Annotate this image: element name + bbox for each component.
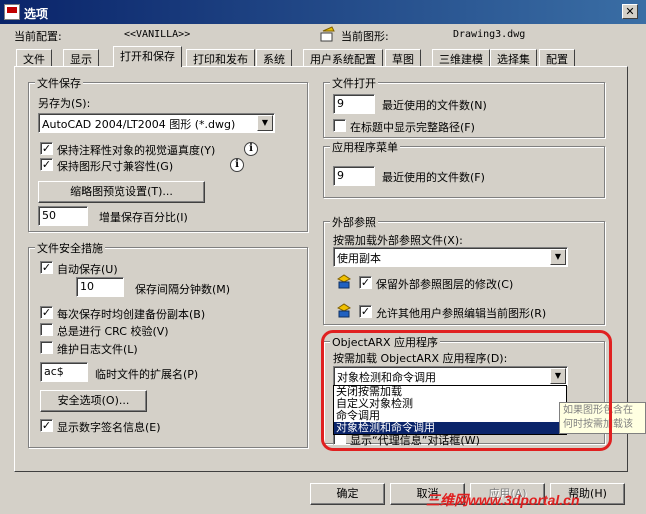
crc-checkbox[interactable]: [40, 323, 53, 336]
app-menu-recent-label: 最近使用的文件数(F): [382, 171, 485, 184]
watermark: 三维网www.3dportal.cn: [426, 492, 580, 508]
chevron-down-icon[interactable]: ▼: [257, 115, 273, 131]
allow-xref-edit-label: 允许其他用户参照编辑当前图形(R): [376, 307, 547, 320]
log-file-checkbox[interactable]: [40, 341, 53, 354]
file-open-title: 文件打开: [330, 75, 378, 91]
drawing-size-label: 保持图形尺寸兼容性(G): [57, 160, 174, 173]
backup-checkbox[interactable]: ✓: [40, 306, 53, 319]
app-menu-title: 应用程序菜单: [330, 139, 400, 155]
visual-fidelity-checkbox[interactable]: ✓: [40, 142, 53, 155]
tooltip-line: 何时按需加载该: [563, 419, 633, 430]
save-as-label: 另存为(S):: [38, 97, 91, 110]
window-title: 选项: [24, 7, 49, 21]
digital-signature-label: 显示数字签名信息(E): [57, 421, 161, 434]
close-button[interactable]: ✕: [622, 4, 638, 19]
tab-3d-modeling[interactable]: 三维建模: [432, 49, 490, 66]
digital-signature-checkbox[interactable]: ✓: [40, 419, 53, 432]
crc-label: 总是进行 CRC 校验(V): [57, 325, 169, 338]
objectarx-demand-load-select[interactable]: 对象检测和命令调用 ▼: [333, 366, 568, 386]
save-as-value: AutoCAD 2004/LT2004 图形 (*.dwg): [42, 118, 236, 131]
xref-demand-load-label: 按需加载外部参照文件(X):: [333, 234, 463, 247]
objectarx-title: ObjectARX 应用程序: [330, 334, 441, 350]
xref-title: 外部参照: [330, 214, 378, 230]
current-drawing-label: 当前图形:: [341, 30, 389, 43]
full-path-label: 在标题中显示完整路径(F): [350, 121, 475, 134]
info-icon[interactable]: i: [230, 158, 244, 172]
autosave-label: 自动保存(U): [57, 263, 118, 276]
objectarx-demand-load-value: 对象检测和命令调用: [337, 371, 436, 384]
full-path-checkbox[interactable]: [333, 119, 346, 132]
xref-demand-load-value: 使用副本: [337, 252, 381, 265]
tab-open-and-save[interactable]: 打开和保存: [113, 46, 182, 67]
file-open-recent-label: 最近使用的文件数(N): [382, 99, 487, 112]
dropdown-option-selected[interactable]: 对象检测和命令调用: [334, 422, 566, 434]
temp-ext-label: 临时文件的扩展名(P): [95, 368, 199, 381]
chevron-down-icon[interactable]: ▼: [550, 249, 566, 265]
save-as-select[interactable]: AutoCAD 2004/LT2004 图形 (*.dwg) ▼: [38, 113, 275, 133]
allow-xref-edit-checkbox[interactable]: ✓: [359, 305, 372, 318]
tab-profiles[interactable]: 配置: [539, 49, 575, 66]
incremental-save-input[interactable]: 50: [38, 206, 88, 226]
tooltip-line: 如果图形包含在: [563, 405, 633, 416]
autosave-checkbox[interactable]: ✓: [40, 261, 53, 274]
title-bar[interactable]: 选项 ✕: [0, 0, 646, 24]
tab-selection[interactable]: 选择集: [490, 49, 537, 66]
tab-plot-and-publish[interactable]: 打印和发布: [186, 49, 255, 66]
current-drawing-value: Drawing3.dwg: [453, 29, 526, 40]
tab-files[interactable]: 文件: [16, 49, 52, 66]
tab-drafting[interactable]: 草图: [385, 49, 421, 66]
log-file-label: 维护日志文件(L): [57, 343, 138, 356]
file-safety-title: 文件安全措施: [35, 240, 105, 256]
file-open-recent-input[interactable]: 9: [333, 94, 375, 114]
autosave-minutes-input[interactable]: 10: [76, 277, 124, 297]
incremental-save-label: 增量保存百分比(I): [99, 211, 188, 224]
drawing-size-checkbox[interactable]: ✓: [40, 158, 53, 171]
shield-icon: [337, 274, 351, 289]
autosave-minutes-label: 保存间隔分钟数(M): [135, 283, 231, 296]
options-dialog: 选项 ✕ 当前配置: <<VANILLA>> 当前图形: Drawing3.dw…: [0, 0, 646, 514]
retain-xref-changes-checkbox[interactable]: ✓: [359, 276, 372, 289]
info-icon[interactable]: i: [244, 142, 258, 156]
drawing-icon: [320, 26, 335, 42]
app-menu-recent-input[interactable]: 9: [333, 166, 375, 186]
ok-button[interactable]: 确定: [310, 483, 385, 505]
objectarx-demand-load-label: 按需加载 ObjectARX 应用程序(D):: [333, 352, 508, 365]
shield-icon: [337, 303, 351, 318]
tab-display[interactable]: 显示: [63, 49, 99, 66]
retain-xref-changes-label: 保留外部参照图层的修改(C): [376, 278, 514, 291]
autocad-app-icon: [4, 4, 20, 20]
tooltip: 如果图形包含在 何时按需加载该: [559, 402, 646, 434]
tab-user-preferences[interactable]: 用户系统配置: [303, 49, 383, 66]
xref-demand-load-select[interactable]: 使用副本 ▼: [333, 247, 568, 267]
visual-fidelity-label: 保持注释性对象的视觉逼真度(Y): [57, 144, 216, 157]
file-save-title: 文件保存: [35, 75, 83, 91]
thumbnail-settings-button[interactable]: 缩略图预览设置(T)...: [38, 181, 205, 203]
current-profile-value: <<VANILLA>>: [124, 29, 191, 40]
tab-system[interactable]: 系统: [256, 49, 292, 66]
temp-ext-input[interactable]: ac$: [40, 362, 88, 382]
chevron-down-icon[interactable]: ▼: [550, 368, 566, 384]
backup-label: 每次保存时均创建备份副本(B): [57, 308, 206, 321]
current-profile-label: 当前配置:: [14, 30, 62, 43]
objectarx-dropdown-list[interactable]: 关闭按需加载 自定义对象检测 命令调用 对象检测和命令调用: [333, 385, 567, 435]
security-options-button[interactable]: 安全选项(O)...: [40, 390, 147, 412]
